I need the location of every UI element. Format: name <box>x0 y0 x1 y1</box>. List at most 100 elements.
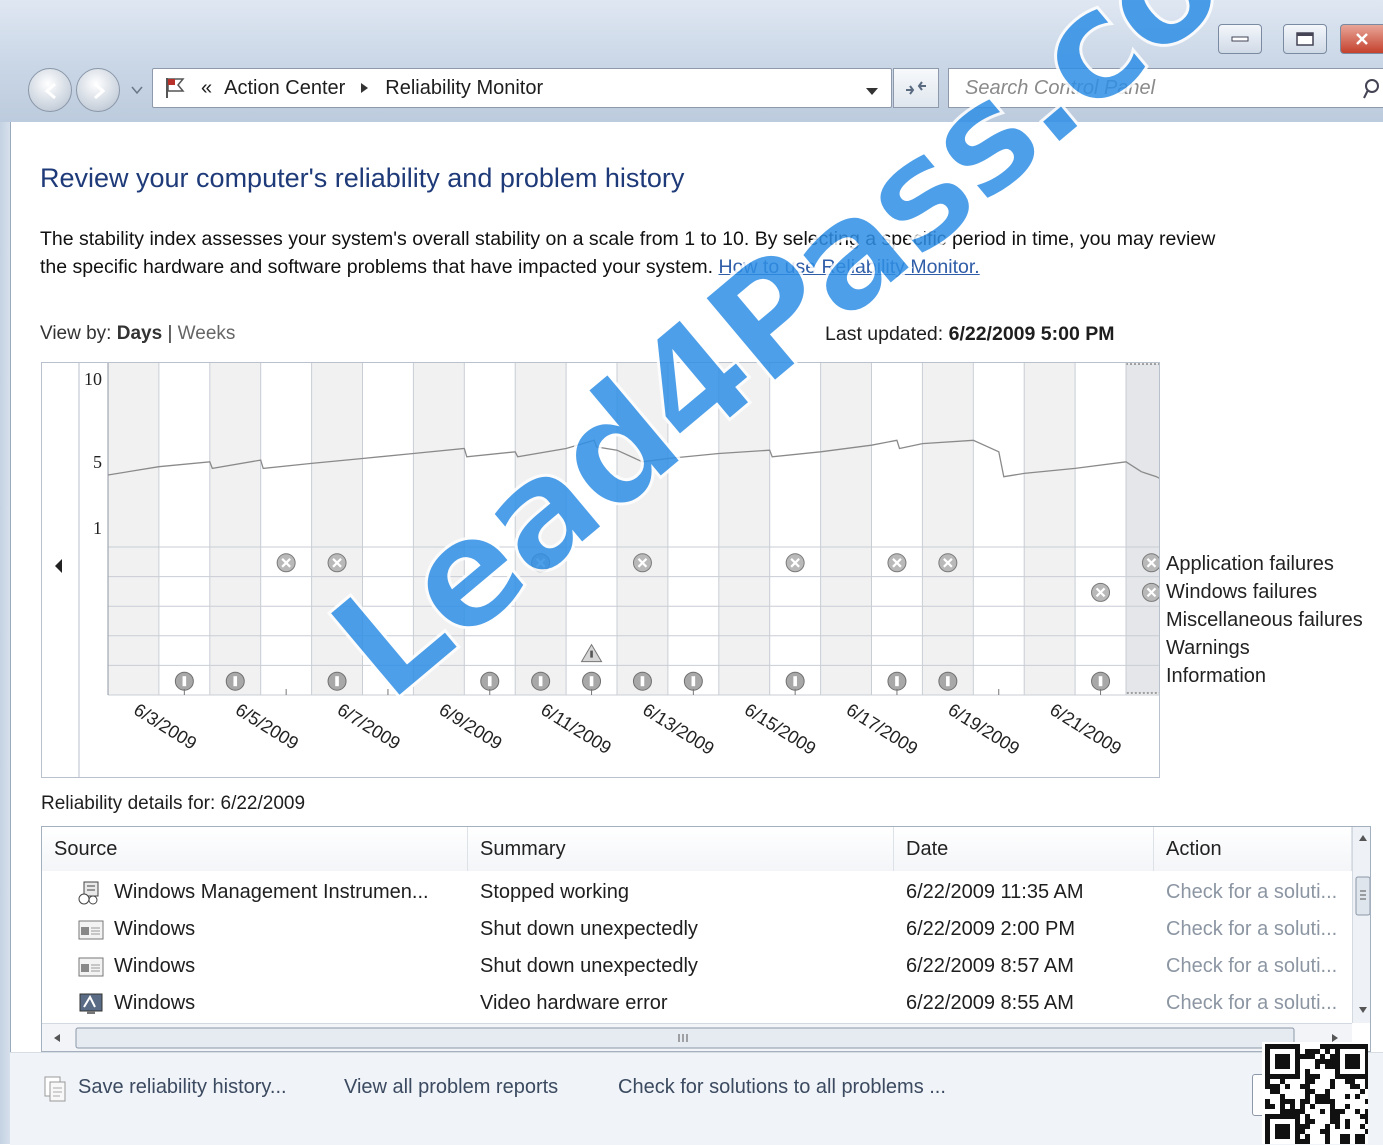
qr-module <box>1325 1044 1330 1049</box>
column-header-source[interactable]: Source <box>42 827 468 871</box>
qr-module <box>1305 1084 1310 1089</box>
qr-module <box>1320 1044 1325 1049</box>
qr-finder-core <box>1275 1054 1290 1069</box>
recent-pages-dropdown[interactable] <box>130 82 144 101</box>
qr-module <box>1365 1099 1368 1104</box>
column-header-date[interactable]: Date <box>894 827 1154 871</box>
qr-module <box>1300 1099 1305 1104</box>
information-icon-bar <box>335 676 339 687</box>
qr-module <box>1290 1109 1295 1114</box>
qr-module <box>1320 1099 1325 1104</box>
action-center-flag-icon <box>166 78 185 98</box>
table-row[interactable]: Windows Video hardware error 6/22/2009 8… <box>42 986 1348 1023</box>
qr-module <box>1305 1049 1310 1054</box>
view-by-label: View by: <box>40 323 112 344</box>
row-date: 6/22/2009 8:57 AM <box>906 955 1074 977</box>
table-row[interactable]: Windows Shut down unexpectedly 6/22/2009… <box>42 912 1348 949</box>
last-updated: Last updated: 6/22/2009 5:00 PM <box>825 323 1114 346</box>
qr-module <box>1330 1059 1335 1064</box>
qr-module <box>1310 1049 1315 1054</box>
view-by-days[interactable]: Days <box>117 323 162 344</box>
column-header-action[interactable]: Action <box>1154 827 1352 871</box>
qr-module <box>1345 1139 1350 1144</box>
forward-button[interactable] <box>76 68 120 112</box>
view-all-problem-reports-link[interactable]: View all problem reports <box>344 1076 558 1099</box>
information-icon-bar <box>589 676 594 687</box>
information-icon-bar <box>895 676 899 687</box>
x-tick-label: 6/3/2009 <box>130 699 200 753</box>
back-button[interactable] <box>28 68 72 112</box>
forward-arrow-icon <box>94 82 106 100</box>
day-column-shade <box>413 363 465 695</box>
breadcrumb-separator-icon[interactable] <box>359 81 371 95</box>
row-date: 6/22/2009 8:55 AM <box>906 992 1074 1014</box>
check-for-solutions-link[interactable]: Check for solutions to all problems ... <box>618 1076 946 1099</box>
qr-module <box>1265 1104 1270 1109</box>
view-by-selector: View by: Days | Weeks <box>40 323 235 345</box>
table-row[interactable]: Windows Shut down unexpectedly 6/22/2009… <box>42 949 1348 986</box>
horizontal-scrollbar[interactable] <box>42 1023 1352 1051</box>
qr-module <box>1300 1054 1305 1059</box>
information-icon-bar <box>1098 676 1103 687</box>
qr-module <box>1355 1084 1360 1089</box>
view-by-weeks[interactable]: Weeks <box>178 323 236 344</box>
column-header-action-label: Action <box>1166 837 1222 860</box>
selected-day-highlight <box>1125 363 1176 694</box>
day-column-shade <box>718 363 770 695</box>
legend-warnings: Warnings <box>1166 637 1250 659</box>
address-dropdown[interactable] <box>865 81 879 104</box>
qr-module <box>1325 1099 1330 1104</box>
row-action-link[interactable]: Check for a soluti... <box>1166 881 1337 904</box>
row-source: Windows <box>114 955 196 977</box>
qr-module <box>1285 1084 1290 1089</box>
qr-module <box>1310 1079 1315 1084</box>
breadcrumb-action-center[interactable]: Action Center <box>224 77 345 100</box>
qr-module <box>1325 1134 1330 1139</box>
qr-module <box>1305 1134 1310 1139</box>
legend-miscellaneous-failures: Miscellaneous failures <box>1166 609 1363 631</box>
qr-module <box>1315 1064 1320 1069</box>
qr-module <box>1305 1114 1310 1119</box>
description-text: the specific hardware and software probl… <box>40 256 714 278</box>
qr-module <box>1350 1084 1355 1089</box>
search-input[interactable]: Search Control Panel <box>948 68 1383 108</box>
information-icon-bar <box>182 676 187 687</box>
day-column-shade <box>617 363 668 695</box>
minimize-button[interactable] <box>1218 24 1262 54</box>
column-header-summary[interactable]: Summary <box>468 827 894 871</box>
back-arrow-icon <box>44 82 56 100</box>
information-icon-bar <box>538 676 543 687</box>
row-action-link[interactable]: Check for a soluti... <box>1166 918 1337 941</box>
vertical-scrollbar[interactable] <box>1352 827 1370 1023</box>
x-tick-label: 6/19/2009 <box>945 699 1024 758</box>
table-row[interactable]: Windows Management Instrumen... Stopped … <box>42 875 1348 912</box>
breadcrumb-prefix[interactable]: « <box>201 77 212 100</box>
reliability-details-label: Reliability details for: 6/22/2009 <box>41 793 306 814</box>
qr-module <box>1295 1109 1300 1114</box>
column-header-source-label: Source <box>54 837 118 860</box>
information-icon-bar <box>946 676 950 687</box>
how-to-use-link[interactable]: How to use Reliability Monitor. <box>719 256 980 278</box>
qr-module <box>1265 1079 1270 1084</box>
qr-module <box>1325 1089 1330 1094</box>
refresh-button[interactable] <box>893 68 939 108</box>
maximize-button[interactable] <box>1283 24 1327 54</box>
qr-module <box>1285 1099 1290 1104</box>
qr-module <box>1265 1099 1270 1104</box>
legend-application-failures: Application failures <box>1166 553 1334 575</box>
row-action-link[interactable]: Check for a soluti... <box>1166 955 1337 978</box>
day-column-shade <box>515 363 567 695</box>
x-tick-label: 6/15/2009 <box>741 699 820 758</box>
save-reliability-history-link[interactable]: Save reliability history... <box>78 1076 287 1099</box>
breadcrumb-reliability-monitor[interactable]: Reliability Monitor <box>385 77 543 100</box>
qr-finder-core <box>1275 1124 1290 1139</box>
qr-module <box>1315 1049 1320 1054</box>
row-action-link[interactable]: Check for a soluti... <box>1166 992 1337 1015</box>
qr-module <box>1305 1094 1310 1099</box>
close-button[interactable] <box>1340 24 1383 54</box>
qr-module <box>1325 1064 1330 1069</box>
qr-module <box>1280 1109 1285 1114</box>
column-header-summary-label: Summary <box>480 837 566 860</box>
address-bar[interactable]: « Action Center Reliability Monitor <box>152 68 892 108</box>
qr-module <box>1330 1104 1335 1109</box>
